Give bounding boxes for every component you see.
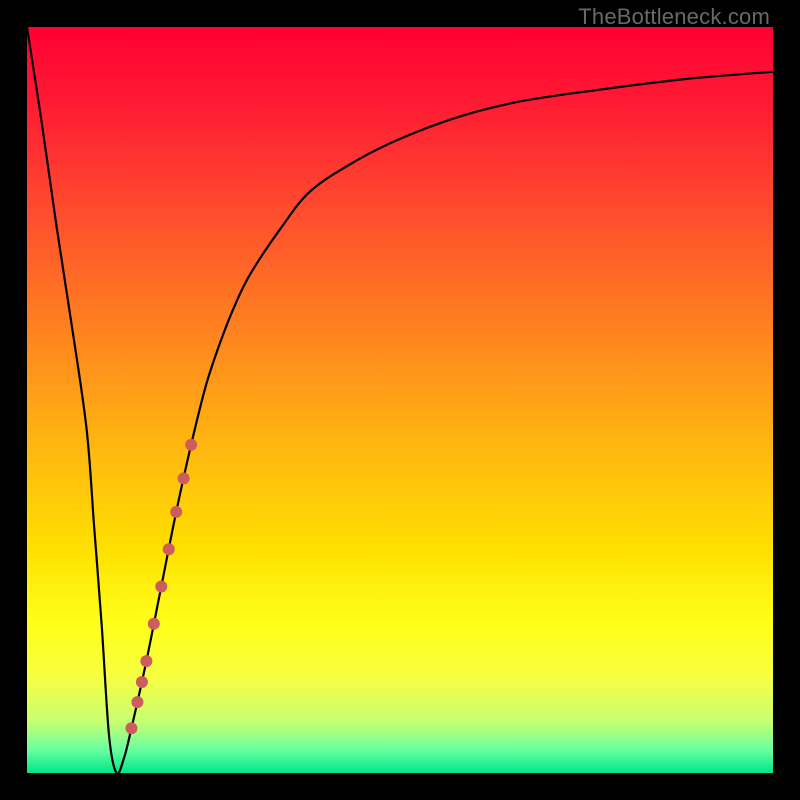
marker-dot: [155, 581, 167, 593]
marker-dot: [131, 696, 143, 708]
marker-dot: [136, 676, 148, 688]
marker-dot: [140, 655, 152, 667]
marker-dot: [185, 439, 197, 451]
highlight-markers: [125, 439, 197, 734]
marker-dot: [163, 543, 175, 555]
plot-area: [27, 27, 773, 773]
marker-dot: [125, 722, 137, 734]
chart-frame: TheBottleneck.com: [0, 0, 800, 800]
marker-dot: [178, 472, 190, 484]
marker-dot: [170, 506, 182, 518]
marker-dot: [148, 618, 160, 630]
curve-layer: [27, 27, 773, 773]
watermark-text: TheBottleneck.com: [578, 4, 770, 30]
bottleneck-curve: [27, 27, 773, 773]
